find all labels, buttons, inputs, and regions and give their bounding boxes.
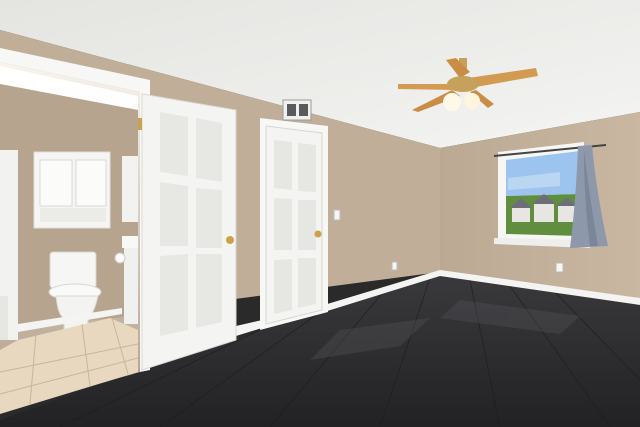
medicine-cabinet	[33, 151, 111, 229]
power-outlet-icon	[391, 261, 398, 271]
door-knob[interactable]	[226, 236, 234, 244]
door-hinge	[138, 118, 142, 130]
mirror-panel	[122, 156, 138, 222]
power-outlet-icon	[555, 262, 564, 273]
closet-door[interactable]	[260, 118, 328, 330]
closet-door-knob[interactable]	[314, 230, 322, 238]
light-switch-icon[interactable]	[333, 209, 341, 221]
bathroom-door-open[interactable]	[138, 93, 237, 371]
air-vent-icon	[282, 99, 312, 121]
tub-edge	[0, 296, 8, 340]
toilet-paper-holder	[114, 252, 126, 264]
room-photo	[0, 0, 640, 427]
